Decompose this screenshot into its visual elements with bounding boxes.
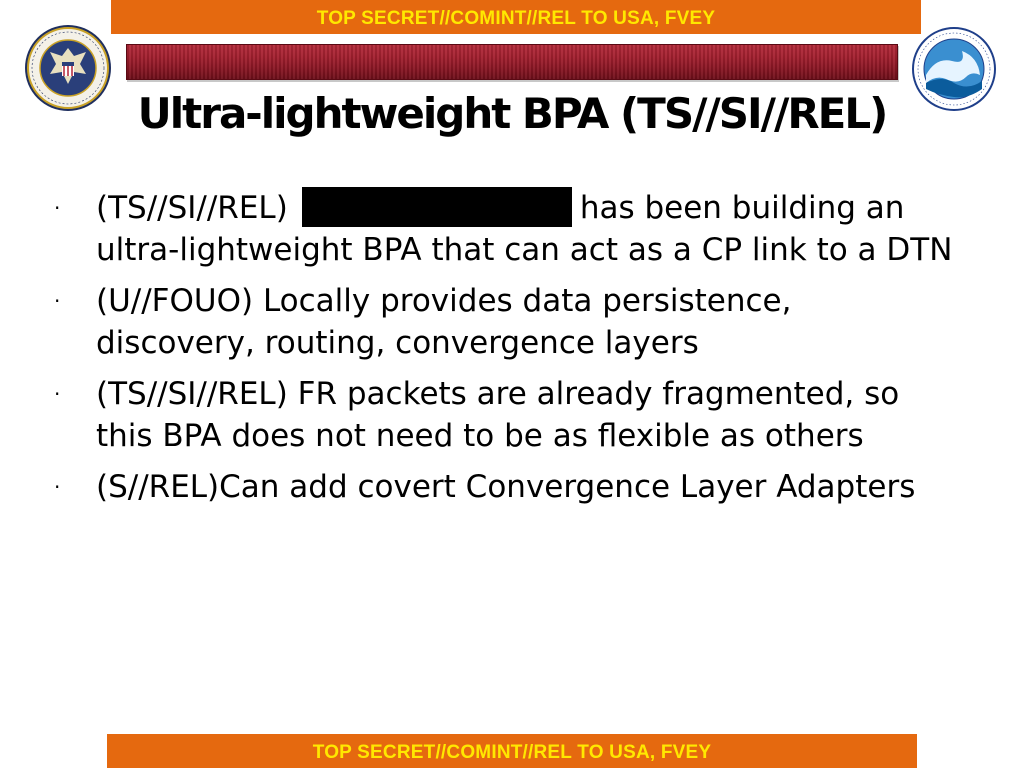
- bullet-item: · (TS//SI//REL) FR packets are already f…: [54, 373, 954, 457]
- bullet-text: (TS//SI//REL) FR packets are already fra…: [96, 376, 900, 454]
- bullet-item: · (TS//SI//REL) has been building an ultr…: [54, 187, 954, 271]
- bullet-item: · (U//FOUO) Locally provides data persis…: [54, 280, 954, 364]
- redaction-box: [301, 187, 572, 227]
- header-decorative-bar: [126, 44, 898, 80]
- bullet-text: (S//REL)Can add covert Convergence Layer…: [96, 469, 916, 505]
- bullet-item: · (S//REL)Can add covert Convergence Lay…: [54, 466, 954, 508]
- slide-title: Ultra-lightweight BPA (TS//SI//REL): [137, 89, 889, 138]
- bullet-classification: (TS//SI//REL): [96, 190, 288, 226]
- classification-banner-bottom: TOP SECRET//COMINT//REL TO USA, FVEY: [107, 734, 917, 768]
- bullet-list: · (TS//SI//REL) has been building an ultr…: [54, 187, 954, 517]
- bullet-marker: ·: [54, 196, 61, 220]
- bullet-marker: ·: [54, 289, 61, 313]
- bullet-marker: ·: [54, 382, 61, 406]
- classification-banner-top: TOP SECRET//COMINT//REL TO USA, FVEY: [111, 0, 921, 34]
- bullet-marker: ·: [54, 475, 61, 499]
- bullet-text: (U//FOUO) Locally provides data persiste…: [96, 283, 792, 361]
